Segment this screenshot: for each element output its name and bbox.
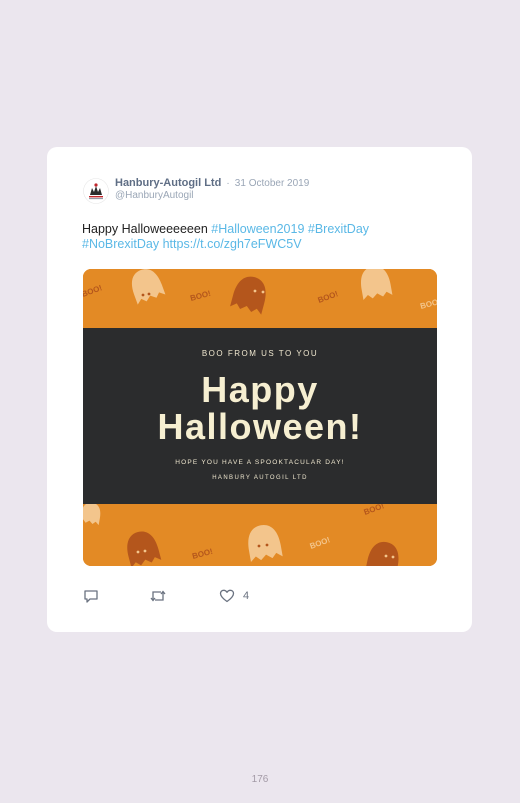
banner-top-line: BOO FROM US TO YOU: [201, 349, 319, 358]
reply-icon: [84, 590, 98, 603]
like-button[interactable]: 4: [219, 587, 249, 605]
like-count: 4: [243, 590, 250, 602]
author-handle[interactable]: @HanburyAutogil: [115, 190, 194, 201]
banner-signature: HANBURY AUTOGIL LTD: [212, 475, 308, 481]
tweet-actions: 4: [83, 587, 383, 605]
tweet-date[interactable]: 31 October 2019: [235, 178, 310, 189]
reply-button[interactable]: [83, 587, 99, 605]
banner-title-line-1: Happy: [201, 369, 319, 410]
page-number: 176: [251, 774, 269, 785]
company-logo-icon: [83, 178, 109, 204]
tweet-image[interactable]: BOO! BOO! BOO! BOO! BOO! BOO! BOO! BOO F…: [83, 269, 437, 566]
tweet-text: Happy Halloweeeeeen #Halloween2019 #Brex…: [82, 222, 427, 252]
banner-bottom-line: HOPE YOU HAVE A SPOOKTACULAR DAY!: [175, 459, 345, 466]
hashtag-nobrexitday[interactable]: #NoBrexitDay: [82, 237, 159, 251]
tweet-text-plain: Happy Halloweeeeeen: [82, 222, 212, 236]
retweet-button[interactable]: [149, 587, 167, 605]
hashtag-brexitday[interactable]: #BrexitDay: [308, 222, 369, 236]
retweet-icon: [150, 590, 166, 602]
author-name[interactable]: Hanbury-Autogil Ltd: [115, 177, 221, 189]
tweet-url[interactable]: https://t.co/zgh7eFWC5V: [163, 237, 302, 251]
hashtag-halloween2019[interactable]: #Halloween2019: [211, 222, 304, 236]
tweet-card: Hanbury-Autogil Ltd · 31 October 2019 @H…: [47, 147, 472, 632]
greeting-banner: BOO FROM US TO YOU Happy Halloween! HOPE…: [83, 328, 437, 504]
banner-title-line-2: Halloween!: [157, 406, 363, 447]
heart-icon: [219, 589, 235, 603]
header-separator: ·: [226, 178, 230, 189]
avatar[interactable]: [83, 178, 109, 204]
tweet-header: Hanbury-Autogil Ltd · 31 October 2019: [115, 177, 309, 189]
